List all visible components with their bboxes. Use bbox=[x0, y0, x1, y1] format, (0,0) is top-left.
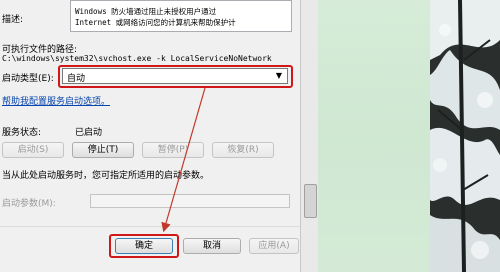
snowy-tree-image bbox=[430, 0, 500, 272]
service-properties-dialog: 描述: Windows 防火墙通过阻止未授权用户通过 Internet 或网络访… bbox=[0, 0, 301, 272]
scrollbar[interactable] bbox=[300, 0, 319, 272]
background-panel bbox=[318, 0, 430, 272]
annotation-arrow bbox=[161, 87, 206, 233]
scrollbar-thumb[interactable] bbox=[304, 184, 317, 218]
